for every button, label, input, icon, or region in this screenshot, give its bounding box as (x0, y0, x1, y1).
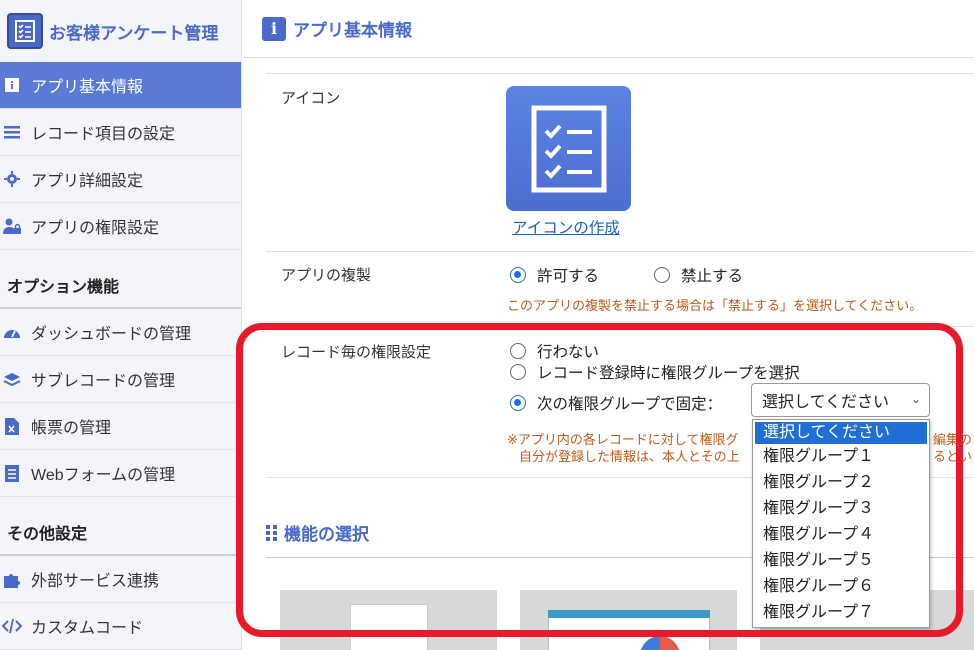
sidebar-item-app-basic-info[interactable]: アプリ基本情報 (0, 62, 241, 109)
dropdown-option[interactable]: 権限グループ５ (753, 548, 929, 574)
sidebar-item-label: レコード項目の設定 (31, 126, 176, 143)
radio-label: 次の権限グループで固定： (537, 396, 723, 413)
sidebar-item-dashboard[interactable]: ダッシュボードの管理 (0, 309, 241, 356)
radio-button[interactable] (510, 395, 526, 411)
layers-icon (2, 371, 22, 387)
sidebar-item-label: アプリの権限設定 (31, 220, 160, 237)
dropdown-option[interactable]: 権限グループ６ (753, 574, 929, 600)
permission-note-line2-tail: るとい (933, 449, 973, 464)
excel-file-icon (2, 417, 22, 435)
radio-label: レコード登録時に権限グループを選択 (537, 365, 800, 382)
puzzle-icon (2, 571, 22, 588)
code-icon (2, 619, 22, 633)
radio-label: 行わない (537, 344, 600, 361)
page-header: i アプリ基本情報 (243, 0, 974, 58)
radio-button[interactable] (510, 343, 526, 359)
gear-icon (2, 171, 22, 187)
radio-button[interactable] (654, 267, 670, 283)
sidebar: お客様アンケート管理 アプリ基本情報 レコード項目の設定 アプリ詳細設定 アプリ… (0, 0, 242, 650)
divider (266, 326, 974, 327)
sidebar-item-label: カスタムコード (31, 620, 144, 637)
sidebar-item-label: 外部サービス連携 (31, 573, 160, 590)
dropdown-option[interactable]: 選択してください (755, 422, 927, 444)
section-title-options: オプション機能 (0, 250, 241, 309)
dashboard-icon (2, 324, 22, 340)
app-header: お客様アンケート管理 (0, 0, 241, 62)
radio-forbid-duplicate[interactable]: 禁止する (654, 264, 743, 286)
record-permission-label: レコード毎の権限設定 (281, 344, 432, 361)
permission-note-line2: 自分が登録した情報は、本人とその上 (519, 449, 740, 464)
sidebar-item-label: Webフォームの管理 (31, 467, 176, 484)
duplicate-row-label: アプリの複製 (281, 267, 372, 284)
divider (266, 251, 974, 252)
radio-fixed-group[interactable]: 次の権限グループで固定： (510, 392, 722, 414)
form-icon (2, 464, 22, 482)
app-title: お客様アンケート管理 (49, 23, 219, 43)
sidebar-item-custom-code[interactable]: カスタムコード (0, 603, 241, 650)
sidebar-item-label: ダッシュボードの管理 (31, 326, 192, 343)
sidebar-item-label: アプリ詳細設定 (31, 173, 144, 190)
sidebar-item-app-details[interactable]: アプリ詳細設定 (0, 156, 241, 203)
checklist-icon (531, 105, 606, 192)
create-icon-link[interactable]: アイコンの作成 (512, 216, 620, 238)
feature-thumbnail[interactable] (520, 590, 737, 650)
sidebar-item-label: 帳票の管理 (31, 420, 112, 437)
dropdown-option[interactable]: 権限グループ４ (753, 522, 929, 548)
chevron-down-icon: ⌄ (910, 392, 921, 406)
permission-group-dropdown[interactable]: 選択してください 権限グループ１ 権限グループ２ 権限グループ３ 権限グループ４… (752, 419, 930, 628)
page-title: アプリ基本情報 (293, 21, 412, 40)
feature-thumbnail[interactable] (280, 590, 497, 650)
sidebar-item-forms-report[interactable]: 帳票の管理 (0, 403, 241, 450)
dropdown-option[interactable]: 権限グループ１ (753, 444, 929, 470)
select-value: 選択してください (762, 394, 890, 411)
info-icon (2, 78, 22, 92)
duplicate-note: このアプリの複製を禁止する場合は「禁止する」を選択してください。 (507, 298, 923, 313)
icon-row-label: アイコン (281, 90, 341, 107)
dropdown-option[interactable]: 権限グループ３ (753, 496, 929, 522)
radio-label: 禁止する (681, 268, 744, 285)
checklist-app-icon (7, 13, 43, 49)
section-title-other: その他設定 (0, 497, 241, 556)
app-icon-preview (506, 86, 631, 211)
radio-no-permission[interactable]: 行わない (510, 340, 599, 362)
divider (266, 73, 974, 74)
grid-dots-icon (266, 524, 277, 541)
feature-title-text: 機能の選択 (284, 525, 369, 544)
list-icon (2, 125, 22, 139)
radio-select-on-register[interactable]: レコード登録時に権限グループを選択 (510, 361, 800, 383)
dropdown-option[interactable]: 権限グループ２ (753, 470, 929, 496)
sidebar-item-label: アプリ基本情報 (31, 79, 144, 96)
info-icon: i (262, 16, 286, 41)
sidebar-item-record-fields[interactable]: レコード項目の設定 (0, 109, 241, 156)
radio-button[interactable] (510, 267, 526, 283)
sidebar-item-label: サブレコードの管理 (31, 373, 176, 390)
sidebar-item-subrecords[interactable]: サブレコードの管理 (0, 356, 241, 403)
radio-allow-duplicate[interactable]: 許可する (510, 264, 599, 286)
sidebar-item-permissions[interactable]: アプリの権限設定 (0, 203, 241, 250)
feature-section-title: 機能の選択 (266, 520, 369, 545)
dropdown-option[interactable]: 権限グループ７ (753, 600, 929, 626)
permission-group-select[interactable]: 選択してください ⌄ (751, 383, 930, 417)
radio-label: 許可する (537, 268, 600, 285)
user-lock-icon (2, 218, 22, 234)
sidebar-item-external-services[interactable]: 外部サービス連携 (0, 556, 241, 603)
sidebar-item-webform[interactable]: Webフォームの管理 (0, 450, 241, 497)
radio-button[interactable] (510, 364, 526, 380)
